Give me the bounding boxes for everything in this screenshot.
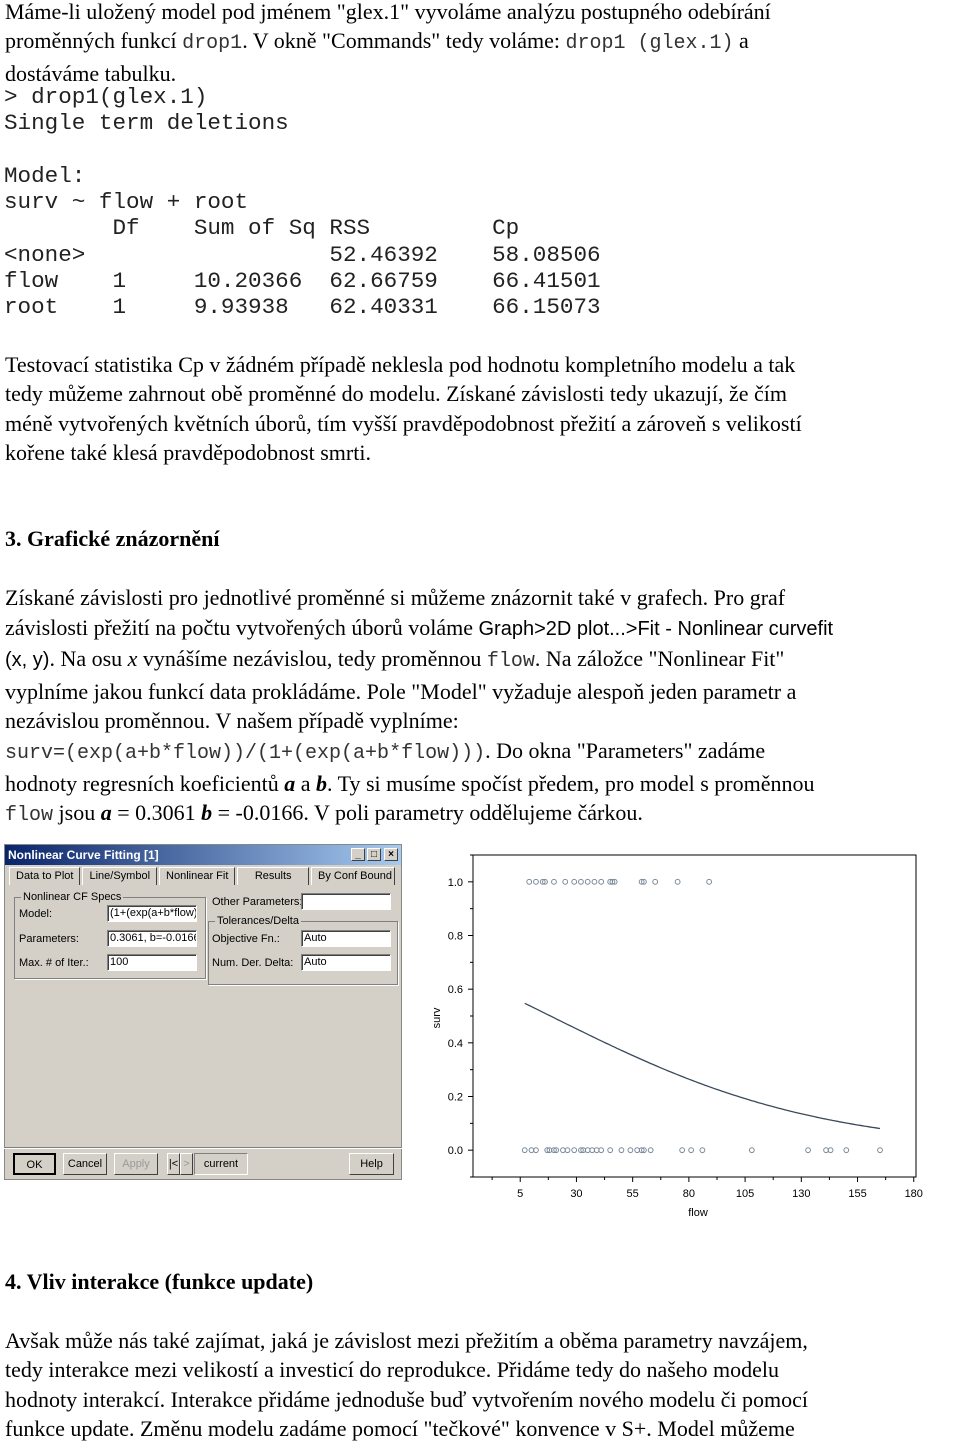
data-point bbox=[805, 1147, 811, 1154]
x-tick-label: 80 bbox=[683, 1188, 695, 1200]
data-point bbox=[521, 1147, 528, 1154]
tab-results[interactable]: Results bbox=[237, 867, 309, 885]
data-point bbox=[571, 1147, 578, 1154]
text-line: méně vytvořených květních úborů, tím vyš… bbox=[5, 410, 802, 436]
y-tick-label: 0.8 bbox=[448, 931, 463, 943]
data-point bbox=[748, 1147, 755, 1154]
text-line: Testovací statistika Cp v žádném případě… bbox=[5, 352, 796, 377]
ok-button[interactable]: OK bbox=[13, 1153, 56, 1175]
data-point bbox=[598, 878, 605, 885]
parameters-field[interactable]: 0.3061, b=-0.0166 bbox=[107, 930, 197, 947]
y-axis-label: surv bbox=[431, 1007, 443, 1028]
data-point bbox=[688, 1147, 695, 1154]
section-heading-4: 4. Vliv interakce (funkce update) bbox=[5, 1269, 314, 1294]
tab-data-to-plot[interactable]: Data to Plot bbox=[9, 867, 81, 885]
y-tick-label: 0.2 bbox=[448, 1092, 463, 1104]
minimize-icon[interactable]: _ bbox=[351, 848, 365, 861]
x-tick-label: 105 bbox=[736, 1188, 754, 1200]
max-iter-field[interactable]: 100 bbox=[107, 954, 197, 971]
tab-nonlinear-fit[interactable]: Nonlinear Fit bbox=[159, 867, 236, 885]
x-tick-label: 5 bbox=[517, 1188, 523, 1200]
x-axis-label: flow bbox=[688, 1207, 708, 1219]
maximize-icon[interactable]: □ bbox=[367, 848, 381, 861]
paragraph-2: Testovací statistika Cp v žádném případě… bbox=[5, 350, 802, 467]
help-button[interactable]: Help bbox=[349, 1153, 394, 1175]
x-tick-label: 155 bbox=[848, 1188, 866, 1200]
data-point bbox=[591, 878, 598, 885]
objective-fn-label: Objective Fn.: bbox=[212, 933, 280, 945]
parameters-label: Parameters: bbox=[19, 933, 79, 945]
text-line: Máme-li uložený model pod jménem "glex.1… bbox=[5, 0, 771, 24]
current-field[interactable]: current bbox=[194, 1153, 248, 1175]
x-tick-label: 30 bbox=[570, 1188, 582, 1200]
paragraph-4: Avšak může nás také zajímat, jaká je záv… bbox=[5, 1328, 808, 1441]
other-parameters-field[interactable] bbox=[301, 893, 391, 910]
tab-bar: Data to Plot Line/Symbol Nonlinear Fit R… bbox=[9, 867, 397, 885]
x-tick-label: 55 bbox=[627, 1188, 639, 1200]
data-point bbox=[562, 878, 569, 885]
y-tick-label: 0.0 bbox=[448, 1145, 463, 1157]
dialog-title: Nonlinear Curve Fitting [1] bbox=[8, 848, 159, 862]
model-label: Model: bbox=[19, 908, 53, 920]
first-button[interactable]: |< bbox=[167, 1153, 180, 1175]
close-icon[interactable]: × bbox=[384, 848, 398, 861]
nonlinear-curve-fitting-dialog: Nonlinear Curve Fitting [1] _ □ × Data t… bbox=[4, 844, 402, 1180]
apply-button[interactable]: Apply bbox=[114, 1153, 158, 1175]
x-tick-label: 130 bbox=[792, 1188, 810, 1200]
title-bar: Nonlinear Curve Fitting [1] _ □ × bbox=[5, 845, 401, 865]
data-point bbox=[647, 1147, 654, 1154]
text-line: proměnných funkcí drop1. V okně "Command… bbox=[5, 28, 749, 56]
scatter-chart: 5 30 55 80 105 130 155 180 0.0 0.2 0.4 0.6 0.8 1.0 fl… bbox=[431, 854, 923, 1219]
model-field[interactable]: (1+(exp(a+b*flow))) bbox=[107, 905, 197, 922]
tab-by-conf-bound[interactable]: By Conf Bound bbox=[311, 867, 395, 885]
data-point bbox=[699, 1147, 706, 1154]
console-output: > drop1(glex.1) Single term deletions Mo… bbox=[4, 84, 601, 321]
data-point bbox=[526, 878, 533, 885]
x-tick-label: 180 bbox=[905, 1188, 923, 1200]
tab-line-symbol[interactable]: Line/Symbol bbox=[82, 867, 158, 885]
y-tick-label: 0.6 bbox=[448, 984, 463, 996]
y-tick-label: 0.4 bbox=[448, 1038, 463, 1050]
data-point bbox=[627, 1147, 634, 1154]
intro-paragraph: Máme-li uložený model pod jménem "glex.1… bbox=[5, 0, 771, 88]
data-point bbox=[843, 1147, 850, 1154]
data-point bbox=[571, 878, 578, 885]
num-der-delta-field[interactable]: Auto bbox=[301, 954, 391, 971]
cancel-button[interactable]: Cancel bbox=[63, 1153, 107, 1175]
paragraph-3: Získané závislosti pro jednotlivé proměn… bbox=[5, 585, 834, 828]
data-point bbox=[578, 878, 584, 885]
divider bbox=[4, 1147, 402, 1149]
next-button[interactable]: > bbox=[180, 1153, 193, 1175]
data-point bbox=[679, 1147, 686, 1154]
data-point bbox=[618, 1147, 625, 1154]
data-point bbox=[584, 878, 591, 885]
plot-frame bbox=[472, 854, 917, 1178]
data-point bbox=[551, 878, 557, 885]
data-point bbox=[652, 878, 659, 885]
data-point bbox=[533, 878, 539, 885]
objective-fn-field[interactable]: Auto bbox=[301, 930, 391, 947]
data-point bbox=[607, 1147, 614, 1154]
other-parameters-label: Other Parameters: bbox=[212, 896, 303, 908]
fitted-curve bbox=[524, 1002, 881, 1130]
data-point bbox=[706, 878, 713, 885]
text-line: kořene také klesá pravděpodobnost smrti. bbox=[5, 439, 371, 465]
data-point bbox=[877, 1147, 883, 1154]
num-der-delta-label: Num. Der. Delta: bbox=[212, 957, 294, 969]
section-heading-3: 3. Grafické znázornění bbox=[5, 526, 220, 551]
y-tick-label: 1.0 bbox=[448, 877, 463, 889]
text-line: tedy můžeme zahrnout obě proměnné do mod… bbox=[5, 381, 787, 407]
data-point bbox=[674, 878, 681, 885]
max-iter-label: Max. # of Iter.: bbox=[19, 957, 89, 969]
